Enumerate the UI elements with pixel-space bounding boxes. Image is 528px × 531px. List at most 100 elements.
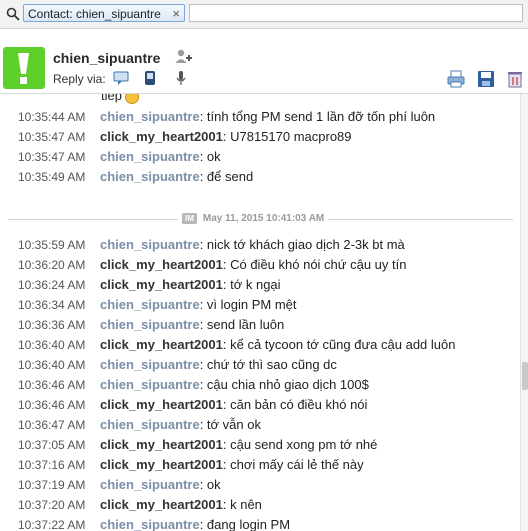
sender-name[interactable]: chien_sipuantre <box>100 417 200 432</box>
sender-name[interactable]: chien_sipuantre <box>100 477 200 492</box>
message-body: click_my_heart2001: chơi mấy cái lẻ thế … <box>100 455 364 475</box>
message-text: : cậu send xong pm tớ nhé <box>222 437 378 452</box>
message-timestamp: 10:36:40 AM <box>18 358 86 372</box>
message-timestamp: 10:35:44 AM <box>18 110 86 124</box>
chat-message-row: 10:36:20 AM click_my_heart2001: Có điều k… <box>0 255 520 275</box>
chat-message-row: 10:35:44 AM chien_sipuantre: tính tổng PM… <box>0 107 520 127</box>
chat-message-row: 10:36:46 AM click_my_heart2001: căn bản c… <box>0 395 520 415</box>
chat-message-row: 10:37:20 AM click_my_heart2001: k nên <box>0 495 520 515</box>
sender-name[interactable]: click_my_heart2001 <box>100 437 223 452</box>
avatar <box>3 47 45 89</box>
message-text: : send lần luôn <box>199 317 285 332</box>
message-text: : k nên <box>222 497 262 512</box>
message-text: : đang login PM <box>199 517 291 531</box>
chat-message-row: 10:36:34 AM chien_sipuantre: vì login PM … <box>0 295 520 315</box>
message-body: click_my_heart2001: căn bản có điều khó … <box>100 395 367 415</box>
message-timestamp: 10:35:49 AM <box>18 170 86 184</box>
message-timestamp: 10:36:40 AM <box>18 338 86 352</box>
partial-message-text: tiep <box>101 94 122 103</box>
chat-message-row: 10:36:46 AM chien_sipuantre: cậu chia nhỏ… <box>0 375 520 395</box>
message-body: chien_sipuantre: tính tổng PM send 1 lần… <box>100 107 435 127</box>
chat-message-row: 10:37:19 AM chien_sipuantre: ok <box>0 475 520 495</box>
message-text: : U7815170 macpro89 <box>222 129 352 144</box>
chat-message-row: 10:36:40 AM click_my_heart2001: kể cả tyc… <box>0 335 520 355</box>
close-icon[interactable]: × <box>172 5 180 23</box>
sender-name[interactable]: click_my_heart2001 <box>100 497 223 512</box>
search-input[interactable] <box>189 4 523 22</box>
chat-message-row: 10:35:47 AM chien_sipuantre: ok <box>0 147 520 167</box>
message-body: chien_sipuantre: ok <box>100 475 221 495</box>
print-icon[interactable] <box>446 69 466 89</box>
message-timestamp: 10:37:22 AM <box>18 518 86 531</box>
chat-message-row: 10:35:47 AM click_my_heart2001: U7815170 … <box>0 127 520 147</box>
chat-message-row: 10:36:40 AM chien_sipuantre: chứ tớ thì s… <box>0 355 520 375</box>
contact-filter-label: Contact: chien_sipuantre <box>28 7 161 21</box>
sender-name[interactable]: click_my_heart2001 <box>100 337 223 352</box>
voice-reply-icon[interactable] <box>172 69 190 87</box>
sender-name[interactable]: click_my_heart2001 <box>100 129 223 144</box>
message-timestamp: 10:36:36 AM <box>18 318 86 332</box>
contact-name: chien_sipuantre <box>53 50 161 66</box>
scrollbar-thumb[interactable] <box>522 362 528 390</box>
message-body: chien_sipuantre: tớ vẫn ok <box>100 415 261 435</box>
sender-name[interactable]: chien_sipuantre <box>100 517 200 531</box>
chat-message-row: 10:36:24 AM click_my_heart2001: tớ k ngại <box>0 275 520 295</box>
sender-name[interactable]: chien_sipuantre <box>100 377 200 392</box>
sender-name[interactable]: chien_sipuantre <box>100 297 200 312</box>
search-icon[interactable] <box>6 7 20 21</box>
message-text: : cậu chia nhỏ giao dịch 100$ <box>199 377 369 392</box>
sender-name[interactable]: click_my_heart2001 <box>100 397 223 412</box>
chat-history[interactable]: tiep 10:35:44 AM chien_sipuantre: tính tổ… <box>0 94 520 531</box>
message-text: : để send <box>199 169 254 184</box>
message-timestamp: 10:36:24 AM <box>18 278 86 292</box>
im-reply-icon[interactable] <box>112 69 130 87</box>
smiley-icon <box>124 94 139 104</box>
sender-name[interactable]: click_my_heart2001 <box>100 257 223 272</box>
message-body: chien_sipuantre: để send <box>100 167 253 187</box>
sender-name[interactable]: chien_sipuantre <box>100 149 200 164</box>
message-body: click_my_heart2001: U7815170 macpro89 <box>100 127 352 147</box>
avatar-exclamation-icon <box>18 53 29 84</box>
message-body: chien_sipuantre: chứ tớ thì sao cũng dc <box>100 355 337 375</box>
message-timestamp: 10:35:47 AM <box>18 150 86 164</box>
sender-name[interactable]: chien_sipuantre <box>100 357 200 372</box>
message-text: : ok <box>199 477 221 492</box>
sender-name[interactable]: click_my_heart2001 <box>100 457 223 472</box>
message-text: : Có điều khó nói chứ cậu uy tín <box>222 257 407 272</box>
contact-header: chien_sipuantre Reply via: <box>0 29 528 94</box>
message-text: : chơi mấy cái lẻ thế này <box>222 457 364 472</box>
message-body: click_my_heart2001: Có điều khó nói chứ … <box>100 255 406 275</box>
im-tag: IM <box>182 212 197 224</box>
sender-name[interactable]: chien_sipuantre <box>100 237 200 252</box>
message-text: : vì login PM mệt <box>199 297 297 312</box>
session-date: May 11, 2015 10:41:03 AM <box>202 213 325 224</box>
contact-filter-chip[interactable]: Contact: chien_sipuantre × <box>23 4 185 22</box>
message-text: : kể cả tycoon tớ cũng đưa cậu add luôn <box>222 337 456 352</box>
message-text: : ok <box>199 149 221 164</box>
chat-message-row: 10:35:59 AM chien_sipuantre: nick tớ khác… <box>0 235 520 255</box>
message-timestamp: 10:36:34 AM <box>18 298 86 312</box>
chat-scrollbar[interactable] <box>520 94 528 531</box>
message-timestamp: 10:35:47 AM <box>18 130 86 144</box>
message-body: click_my_heart2001: tớ k ngại <box>100 275 281 295</box>
message-body: chien_sipuantre: send lần luôn <box>100 315 284 335</box>
delete-icon[interactable] <box>505 69 525 89</box>
message-timestamp: 10:37:20 AM <box>18 498 86 512</box>
message-body: chien_sipuantre: ok <box>100 147 221 167</box>
message-timestamp: 10:36:46 AM <box>18 398 86 412</box>
sender-name[interactable]: click_my_heart2001 <box>100 277 223 292</box>
add-contact-icon[interactable] <box>174 48 192 66</box>
chat-message-row: 10:37:05 AM click_my_heart2001: cậu send … <box>0 435 520 455</box>
message-text: : nick tớ khách giao dịch 2-3k bt mà <box>199 237 405 252</box>
sender-name[interactable]: chien_sipuantre <box>100 109 200 124</box>
message-timestamp: 10:37:19 AM <box>18 478 86 492</box>
message-timestamp: 10:36:46 AM <box>18 378 86 392</box>
message-body: click_my_heart2001: k nên <box>100 495 262 515</box>
filter-bar: Contact: chien_sipuantre × <box>0 0 528 29</box>
sms-reply-icon[interactable] <box>141 69 159 87</box>
message-body: click_my_heart2001: cậu send xong pm tớ … <box>100 435 377 455</box>
sender-name[interactable]: chien_sipuantre <box>100 169 200 184</box>
save-icon[interactable] <box>476 69 496 89</box>
chat-message-row: 10:36:36 AM chien_sipuantre: send lần luô… <box>0 315 520 335</box>
sender-name[interactable]: chien_sipuantre <box>100 317 200 332</box>
